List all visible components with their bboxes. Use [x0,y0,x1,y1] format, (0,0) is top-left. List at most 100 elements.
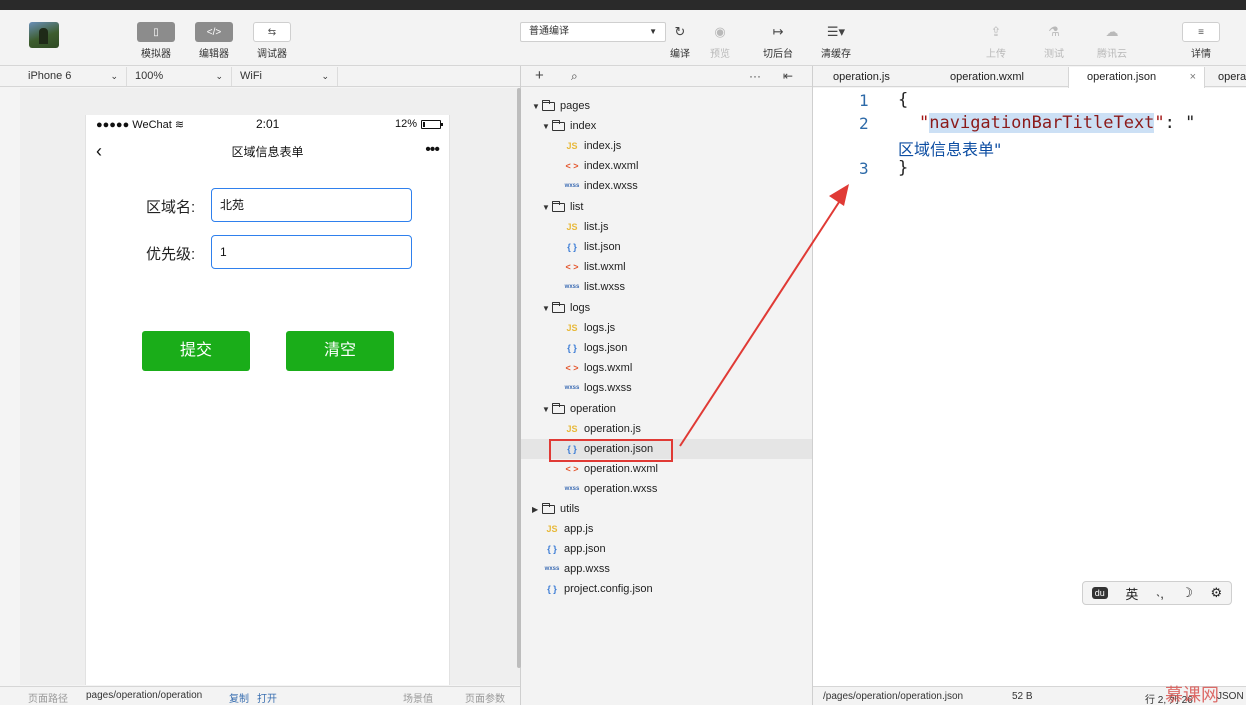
file-list-wxss[interactable]: wxss list.wxss [563,277,625,297]
toolbar: ▯ 模拟器 </> 编辑器 ⇆ 调试器 普通编译 ▼ ↻ 编译 ◉ 预览 ↦ 切… [0,10,1246,66]
file-list-wxml[interactable]: < > list.wxml [563,257,625,277]
folder-index[interactable]: ▼ index [542,116,596,136]
folder-list[interactable]: ▼ list [542,197,583,217]
file-app-js[interactable]: JS app.js [543,519,593,539]
tree-label: operation.wxml [584,463,658,475]
clear-cache-button[interactable]: ☰▾ 清缓存 [821,22,851,60]
test-button[interactable]: ⚗ 测试 [1044,22,1064,60]
eye-icon: ◉ [714,24,726,39]
file-logs-wxml[interactable]: < > logs.wxml [563,358,632,378]
file-app-json[interactable]: { } app.json [543,539,606,559]
clear-button[interactable]: 清空 [286,331,394,371]
simulator-button[interactable]: ▯ 模拟器 [137,22,175,60]
device-select[interactable]: iPhone 6 ⌄ [20,67,127,86]
file-app-wxss[interactable]: wxss app.wxss [543,559,610,579]
ime-logo-icon: du [1091,587,1108,599]
compile-mode-value: 普通编译 [529,26,569,37]
file-path: /pages/operation/operation.json [823,691,964,702]
file-size: 52 B [1012,691,1033,702]
code-line-3: } [898,158,909,178]
scene-value-button[interactable]: 场景值 [403,690,433,705]
folder-utils[interactable]: ▶ utils [532,499,580,519]
tab-operation-js[interactable]: operation.js [833,67,890,87]
zoom-select[interactable]: 100% ⌄ [127,67,232,86]
gear-icon[interactable]: ⚙ [1211,585,1223,601]
background-button[interactable]: ↦ 切后台 [763,22,793,60]
ime-toolbar[interactable]: du 英 ˴, ☽ ⚙ [1082,581,1232,605]
submit-button[interactable]: 提交 [142,331,250,371]
priority-input[interactable]: 1 [211,235,412,269]
details-button[interactable]: ≡ 详情 [1182,22,1220,60]
open-link[interactable]: 打开 [257,690,277,705]
phone-status-bar: ●●●●● WeChat ≋ 2:01 12% [86,115,449,133]
file-logs-json[interactable]: { } logs.json [563,338,627,358]
json-file-icon: { } [547,544,557,554]
close-icon[interactable]: × [1190,67,1196,87]
debugger-label: 调试器 [257,49,287,60]
file-operation-js[interactable]: JS operation.js [563,419,640,439]
folder-logs[interactable]: ▼ logs [542,298,590,318]
editor-label: 编辑器 [199,49,229,60]
folder-operation[interactable]: ▼ operation [542,399,616,419]
js-file-icon: JS [566,424,578,434]
file-list-js[interactable]: JS list.js [563,217,608,237]
file-index-js[interactable]: JS index.js [563,136,621,156]
tab-overflow[interactable]: opera [1218,67,1246,87]
more-icon[interactable]: ··· [749,69,761,83]
wxss-file-icon: wxss [564,284,580,290]
code-icon: </> [195,22,233,42]
file-operation-wxss[interactable]: wxss operation.wxss [563,479,658,499]
editor-button[interactable]: </> 编辑器 [195,22,233,60]
code-line-2-wrap: 区域信息表单" [898,136,1001,160]
tree-label: utils [560,503,580,515]
copy-link[interactable]: 复制 [229,690,249,705]
upload-button[interactable]: ⇪ 上传 [986,22,1006,60]
phone-screen: ●●●●● WeChat ≋ 2:01 12% ‹ 区域信息表单 ••• 区域名… [85,115,450,685]
tree-scrollbar[interactable] [517,88,521,668]
punctuation-icon[interactable]: ˴, [1156,586,1164,601]
file-project-config[interactable]: { } project.config.json [543,579,652,599]
compile-button[interactable]: ↻ 编译 [670,22,690,60]
expanded-arrow-icon: ▼ [542,404,550,414]
compile-mode-select[interactable]: 普通编译 ▼ [520,22,666,42]
add-file-icon[interactable]: + [535,67,544,84]
moon-icon[interactable]: ☽ [1181,585,1193,601]
flask-icon: ⚗ [1048,24,1060,39]
more-dots-icon[interactable]: ••• [425,141,440,159]
language-mode[interactable]: JSON [1217,691,1244,702]
file-logs-wxss[interactable]: wxss logs.wxss [563,378,632,398]
clear-cache-label: 清缓存 [821,49,851,60]
chevron-down-icon: ⌄ [321,71,329,81]
tree-label: app.json [564,543,606,555]
line-number: 2 [859,114,869,133]
cloud-button[interactable]: ☁ 腾讯云 [1097,22,1127,60]
preview-button[interactable]: ◉ 预览 [710,22,730,60]
tree-label: logs.wxml [584,362,633,374]
json-file-icon: { } [547,584,557,594]
debugger-button[interactable]: ⇆ 调试器 [253,22,291,60]
tab-operation-json[interactable]: operation.json × [1068,67,1205,88]
folder-pages[interactable]: ▼ pages [532,96,590,116]
network-select[interactable]: WiFi ⌄ [232,67,338,86]
file-list-json[interactable]: { } list.json [563,237,620,257]
json-file-icon: { } [567,343,577,353]
region-name-input[interactable]: 北苑 [211,188,412,222]
title-strip [0,0,1246,10]
file-index-wxss[interactable]: wxss index.wxss [563,176,638,196]
ime-language-toggle[interactable]: 英 [1125,584,1138,603]
tree-label: index.js [584,140,622,152]
wxml-file-icon: < > [565,363,579,373]
upload-label: 上传 [986,49,1006,60]
file-operation-wxml[interactable]: < > operation.wxml [563,459,658,479]
user-avatar[interactable] [29,22,59,48]
cloud-label: 腾讯云 [1097,49,1127,60]
search-icon[interactable]: ⌕ [571,69,578,84]
file-index-wxml[interactable]: < > index.wxml [563,156,638,176]
page-params-button[interactable]: 页面参数 [465,690,505,705]
wxml-file-icon: < > [565,161,579,171]
expanded-arrow-icon: ▼ [542,202,550,212]
tree-label: list [570,201,584,213]
file-logs-js[interactable]: JS logs.js [563,318,615,338]
tab-operation-wxml[interactable]: operation.wxml [950,67,1024,87]
collapse-icon[interactable]: ⇤ [783,69,793,83]
